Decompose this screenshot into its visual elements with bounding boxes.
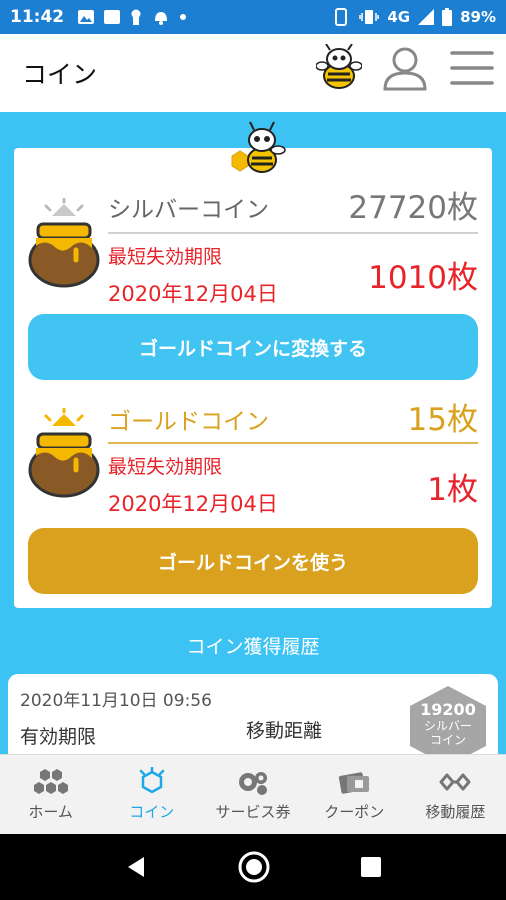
- gold-honey-pot-icon: [28, 408, 100, 498]
- battery-level: 89%: [460, 8, 496, 26]
- back-icon[interactable]: [124, 855, 148, 879]
- gold-divider: [108, 442, 478, 444]
- app-notification-icon: [104, 10, 121, 24]
- honeycomb-icon: [33, 769, 68, 794]
- gold-coin-name: ゴールドコイン: [108, 409, 269, 435]
- notification-icons: [78, 9, 187, 25]
- dot-icon: [180, 14, 187, 20]
- home-icon[interactable]: [237, 850, 271, 884]
- nav-label-service-ticket: サービス券: [215, 803, 291, 821]
- bee-mascot-icon: [231, 121, 286, 173]
- network-type: 4G: [387, 8, 411, 26]
- silver-expiry-label: 最短失効期限: [108, 246, 223, 268]
- gold-expiry-count: 1枚: [427, 472, 478, 508]
- user-account-icon[interactable]: [382, 45, 428, 91]
- coin-summary-card: シルバーコイン 27720枚 最短失効期限 2020年12月04日 1010枚 …: [14, 148, 492, 608]
- nav-label-coupon: クーポン: [324, 803, 385, 821]
- coin-history-title: コイン獲得履歴: [186, 636, 320, 658]
- silver-coin-count: 27720枚: [348, 190, 478, 226]
- history-item[interactable]: 2020年11月10日 09:56 有効期限 移動距離 19200 シルバー コ…: [8, 674, 498, 754]
- recents-icon[interactable]: [360, 856, 382, 878]
- nav-item-home[interactable]: ホーム: [0, 755, 101, 834]
- nav-item-coin[interactable]: コイン: [101, 755, 202, 834]
- history-distance-label: 移動距離: [246, 720, 323, 742]
- nav-label-coin: コイン: [129, 803, 175, 821]
- coupon-icon: [339, 772, 370, 794]
- silver-expiry-count: 1010枚: [368, 260, 478, 296]
- convert-to-gold-button[interactable]: ゴールドコインに変換する: [28, 314, 478, 380]
- nav-label-home: ホーム: [28, 803, 73, 821]
- bell-icon: [155, 12, 168, 25]
- battery-icon: [442, 8, 453, 26]
- bottom-navigation: ホーム コイン サービス券 クーポン 移動履歴: [0, 754, 506, 834]
- bee-mascot-icon[interactable]: [316, 44, 362, 92]
- gold-coin-count: 15枚: [407, 402, 478, 438]
- nav-item-travel-history[interactable]: 移動履歴: [405, 755, 506, 834]
- silver-divider: [108, 232, 478, 234]
- history-icon: [439, 773, 471, 791]
- nav-label-travel-history: 移動履歴: [425, 803, 486, 821]
- history-badge-value: 19200: [420, 700, 476, 719]
- silver-coin-name: シルバーコイン: [108, 197, 269, 223]
- status-time: 11:42: [10, 7, 65, 27]
- nav-item-service-ticket[interactable]: サービス券: [202, 755, 303, 834]
- history-expiry-label: 有効期限: [20, 726, 97, 748]
- coin-content[interactable]: シルバーコイン 27720枚 最短失効期限 2020年12月04日 1010枚 …: [0, 112, 506, 754]
- nav-item-coupon[interactable]: クーポン: [304, 755, 405, 834]
- coin-icon: [139, 767, 165, 794]
- history-badge-label-1: シルバー: [423, 719, 472, 733]
- history-badge: 19200 シルバー コイン: [406, 700, 490, 747]
- app-header: コイン: [0, 34, 506, 112]
- service-ticket-icon: [239, 772, 267, 795]
- gold-expiry-date: 2020年12月04日: [108, 492, 278, 516]
- gold-expiry-label: 最短失効期限: [108, 456, 223, 478]
- vibrate-icon: [359, 10, 380, 24]
- hamburger-menu-icon[interactable]: [448, 48, 496, 88]
- keyhole-icon: [131, 9, 141, 25]
- phone-sync-icon: [335, 8, 348, 26]
- system-navigation-bar: [0, 834, 506, 900]
- silver-honey-pot-icon: [28, 198, 100, 288]
- status-bar: 11:42 4G 89%: [0, 0, 506, 34]
- signal-icon: [418, 9, 435, 25]
- use-gold-coin-button[interactable]: ゴールドコインを使う: [28, 528, 478, 594]
- image-icon: [78, 10, 95, 24]
- silver-expiry-date: 2020年12月04日: [108, 282, 278, 306]
- history-badge-label-2: コイン: [429, 733, 466, 747]
- page-title: コイン: [22, 60, 98, 89]
- history-date: 2020年11月10日 09:56: [20, 691, 212, 711]
